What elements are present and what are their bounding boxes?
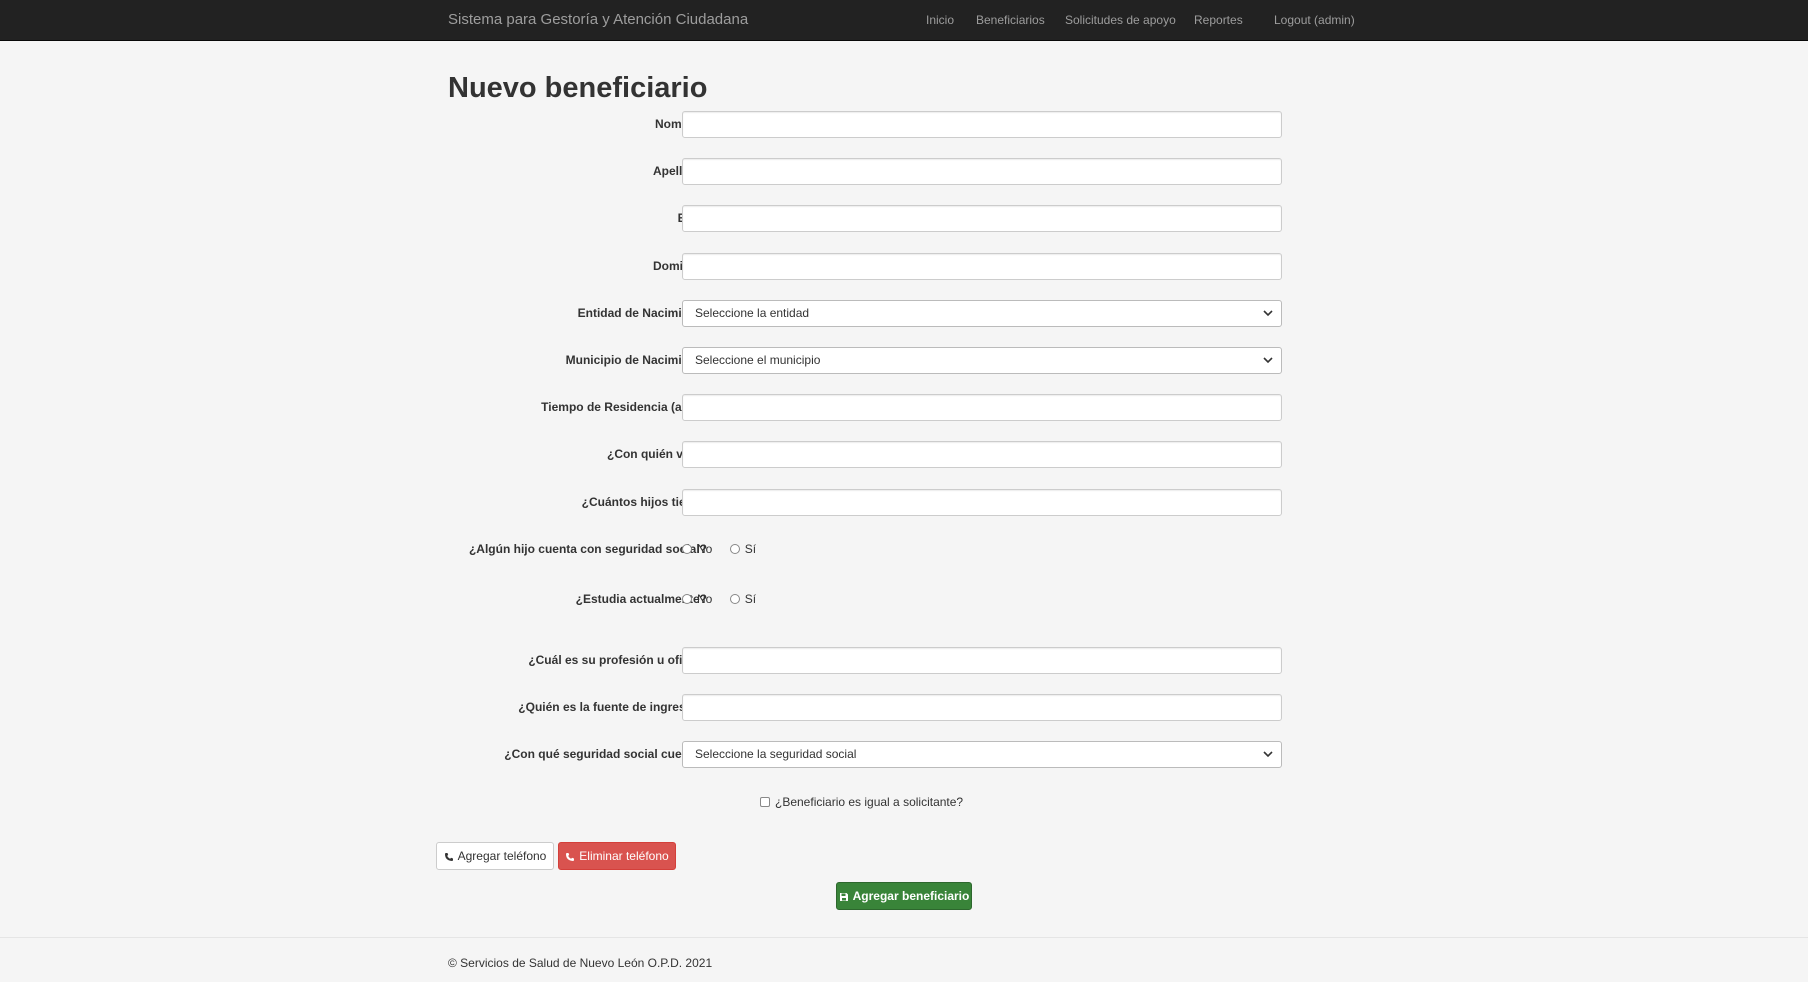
con-quien-input[interactable]	[682, 441, 1282, 468]
entidad-selected-value: Seleccione la entidad	[695, 306, 810, 320]
label-profesion: ¿Cuál es su profesión u oficio?	[528, 653, 707, 667]
nav-solicitudes[interactable]: Solicitudes de apoyo	[1065, 0, 1176, 40]
edad-input[interactable]	[682, 205, 1282, 232]
add-phone-button[interactable]: Agregar teléfono	[436, 842, 554, 870]
radio-label-si: Sí	[744, 592, 757, 606]
residencia-input[interactable]	[682, 394, 1282, 421]
radio-label-no: No	[697, 592, 713, 606]
seguridad-social-selected-value: Seleccione la seguridad social	[695, 747, 857, 761]
estudia-no-option[interactable]: No	[682, 592, 712, 606]
submit-beneficiario-label: Agregar beneficiario	[852, 889, 970, 903]
seguridad-social-select[interactable]: Seleccione la seguridad social	[682, 741, 1282, 768]
floppy-disk-icon	[839, 893, 848, 901]
remove-phone-label: Eliminar teléfono	[579, 849, 669, 863]
igual-solicitante-label: ¿Beneficiario es igual a solicitante?	[775, 795, 964, 809]
municipio-select[interactable]: Seleccione el municipio	[682, 347, 1282, 374]
hijo-seguridad-si-option[interactable]: Sí	[729, 542, 757, 556]
hijos-input[interactable]	[682, 489, 1282, 516]
hijo-seguridad-radio-group: No Sí	[682, 542, 770, 556]
estudia-si-option[interactable]: Sí	[729, 592, 757, 606]
footer-copyright: © Servicios de Salud de Nuevo León O.P.D…	[448, 956, 713, 970]
label-seguridad-social: ¿Con qué seguridad social cuenta?	[504, 747, 707, 761]
label-municipio: Municipio de Nacimiento	[565, 353, 707, 367]
nav-reportes[interactable]: Reportes	[1194, 0, 1243, 40]
apellidos-input[interactable]	[682, 158, 1282, 185]
radio-button[interactable]	[682, 544, 692, 554]
radio-button[interactable]	[729, 544, 740, 554]
chevron-down-icon	[1263, 751, 1273, 758]
chevron-down-icon	[1263, 357, 1273, 364]
label-estudia: ¿Estudia actualmente?	[575, 592, 707, 606]
radio-label-si: Sí	[744, 542, 757, 556]
app-brand[interactable]: Sistema para Gestoría y Atención Ciudada…	[448, 0, 748, 40]
label-con-quien: ¿Con quién vive?	[606, 447, 707, 461]
label-apellidos: Apellidos	[652, 164, 707, 178]
label-hijo-seguridad: ¿Algún hijo cuenta con seguridad social?	[468, 542, 707, 556]
chevron-down-icon	[1263, 310, 1273, 317]
label-nombres: Nombres	[654, 117, 707, 131]
submit-beneficiario-button[interactable]: Agregar beneficiario	[836, 882, 972, 910]
phone-icon	[444, 853, 453, 861]
label-hijos: ¿Cuántos hijos tiene?	[581, 495, 707, 509]
label-edad: Edad	[467, 211, 707, 226]
radio-button[interactable]	[682, 594, 692, 604]
hijo-seguridad-no-option[interactable]: No	[682, 542, 712, 556]
nav-inicio[interactable]: Inicio	[926, 0, 954, 40]
radio-label-no: No	[697, 542, 713, 556]
remove-phone-button[interactable]: Eliminar teléfono	[558, 842, 676, 870]
top-navbar: Sistema para Gestoría y Atención Ciudada…	[0, 0, 1808, 41]
estudia-radio-group: No Sí	[682, 592, 770, 606]
entidad-select[interactable]: Seleccione la entidad	[682, 300, 1282, 327]
logout-link[interactable]: Logout (admin)	[1274, 0, 1355, 40]
igual-solicitante-checkbox-row[interactable]: ¿Beneficiario es igual a solicitante?	[760, 795, 963, 809]
domicilio-input[interactable]	[682, 253, 1282, 280]
nav-beneficiarios[interactable]: Beneficiarios	[976, 0, 1045, 40]
page-title: Nuevo beneficiario	[448, 72, 708, 104]
label-domicilio: Domicilio	[652, 259, 707, 273]
label-residencia: Tiempo de Residencia (años)	[541, 400, 707, 414]
label-entidad: Entidad de Nacimiento	[577, 306, 707, 320]
page-footer: © Servicios de Salud de Nuevo León O.P.D…	[0, 937, 1808, 982]
radio-button[interactable]	[729, 594, 740, 604]
municipio-selected-value: Seleccione el municipio	[695, 353, 821, 367]
profesion-input[interactable]	[682, 647, 1282, 674]
add-phone-label: Agregar teléfono	[457, 849, 547, 863]
nombres-input[interactable]	[682, 111, 1282, 138]
phone-icon	[566, 853, 575, 861]
fuente-ingresos-input[interactable]	[682, 694, 1282, 721]
igual-solicitante-checkbox[interactable]	[760, 797, 770, 807]
label-fuente-ingresos: ¿Quién es la fuente de ingresos?	[518, 700, 707, 714]
